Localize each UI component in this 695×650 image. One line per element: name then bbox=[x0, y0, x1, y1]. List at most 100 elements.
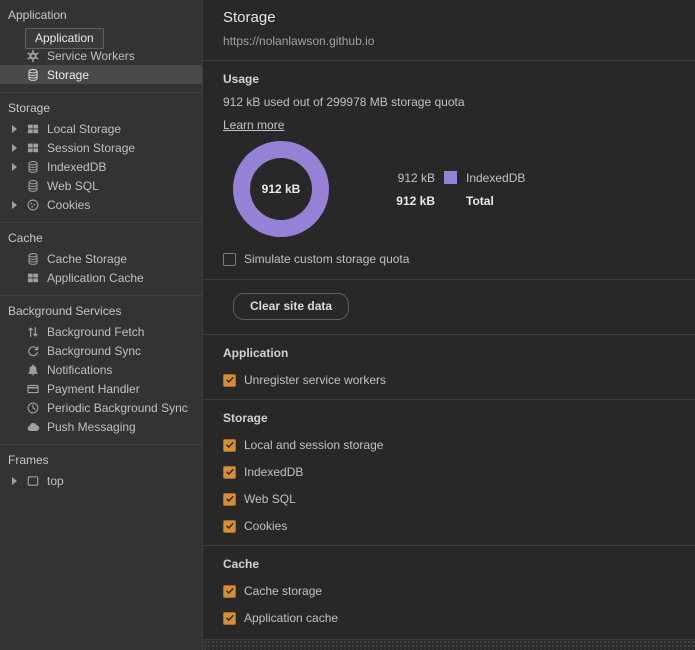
devtools-application-panel: Application Application Service Workers … bbox=[0, 0, 695, 650]
local-session-storage-checkbox[interactable] bbox=[223, 439, 236, 452]
application-tooltip: Application bbox=[25, 28, 104, 49]
checkbox-row-indexeddb: IndexedDB bbox=[223, 465, 675, 479]
checkbox-label: Cache storage bbox=[244, 584, 322, 598]
sidebar-item-session-storage[interactable]: Session Storage bbox=[0, 138, 202, 157]
database-icon bbox=[25, 67, 41, 83]
expand-arrow-icon[interactable] bbox=[12, 163, 23, 171]
sidebar-section-cache: Cache Cache Storage Application Cache bbox=[0, 223, 202, 296]
sidebar-item-label: Push Messaging bbox=[47, 420, 136, 434]
legend-row-indexeddb: 912 kB IndexedDB bbox=[385, 166, 525, 189]
unregister-service-workers-checkbox[interactable] bbox=[223, 374, 236, 387]
application-cache-checkbox[interactable] bbox=[223, 612, 236, 625]
section-heading: Storage bbox=[223, 411, 675, 425]
usage-donut-chart: 912 kB bbox=[233, 141, 329, 237]
cookie-icon bbox=[25, 197, 41, 213]
database-icon bbox=[25, 251, 41, 267]
application-sidebar: Application Application Service Workers … bbox=[0, 0, 203, 650]
sidebar-section-header: Application bbox=[0, 5, 202, 26]
sidebar-item-periodic-background-sync[interactable]: Periodic Background Sync bbox=[0, 398, 202, 417]
checkbox-label: Unregister service workers bbox=[244, 373, 386, 387]
legend-label: IndexedDB bbox=[466, 171, 525, 185]
legend-row-total: 912 kB Total bbox=[385, 189, 525, 212]
checkbox-row-cookies: Cookies bbox=[223, 519, 675, 533]
sidebar-item-cache-storage[interactable]: Cache Storage bbox=[0, 249, 202, 268]
sidebar-item-label: Cookies bbox=[47, 198, 90, 212]
checkbox-row-cache-storage: Cache storage bbox=[223, 584, 675, 598]
checkbox-label: Web SQL bbox=[244, 492, 296, 506]
page-title: Storage bbox=[223, 9, 675, 26]
simulate-quota-row: Simulate custom storage quota bbox=[223, 252, 675, 266]
database-icon bbox=[25, 178, 41, 194]
sidebar-item-payment-handler[interactable]: Payment Handler bbox=[0, 379, 202, 398]
sidebar-item-storage[interactable]: Storage bbox=[0, 65, 202, 84]
sidebar-item-top-frame[interactable]: top bbox=[0, 471, 202, 490]
section-heading: Application bbox=[223, 346, 675, 360]
origin-url: https://nolanlawson.github.io bbox=[223, 34, 675, 48]
web-sql-checkbox[interactable] bbox=[223, 493, 236, 506]
expand-arrow-icon[interactable] bbox=[12, 125, 23, 133]
storage-view-header: Storage https://nolanlawson.github.io bbox=[203, 0, 695, 61]
frame-icon bbox=[25, 473, 41, 489]
checkbox-row-web-sql: Web SQL bbox=[223, 492, 675, 506]
section-heading: Cache bbox=[223, 557, 675, 571]
sidebar-section-background-services: Background Services Background Fetch Bac… bbox=[0, 296, 202, 445]
sidebar-section-header: Cache bbox=[0, 228, 202, 249]
sidebar-item-label: Cache Storage bbox=[47, 252, 127, 266]
sidebar-item-push-messaging[interactable]: Push Messaging bbox=[0, 417, 202, 436]
storage-view: Storage https://nolanlawson.github.io Us… bbox=[203, 0, 695, 650]
sidebar-item-application-cache[interactable]: Application Cache bbox=[0, 268, 202, 287]
sidebar-item-indexeddb[interactable]: IndexedDB bbox=[0, 157, 202, 176]
cookies-checkbox[interactable] bbox=[223, 520, 236, 533]
gear-icon bbox=[25, 48, 41, 64]
sidebar-item-label: Background Fetch bbox=[47, 325, 144, 339]
up-down-arrows-icon bbox=[25, 324, 41, 340]
donut-center-label: 912 kB bbox=[250, 158, 312, 220]
usage-heading: Usage bbox=[223, 72, 675, 86]
sidebar-item-cookies[interactable]: Cookies bbox=[0, 195, 202, 214]
sidebar-section-frames: Frames top bbox=[0, 445, 202, 498]
sidebar-item-label: Local Storage bbox=[47, 122, 121, 136]
usage-summary: 912 kB used out of 299978 MB storage quo… bbox=[223, 95, 675, 109]
table-icon bbox=[25, 121, 41, 137]
sidebar-item-label: Application Cache bbox=[47, 271, 144, 285]
expand-arrow-icon[interactable] bbox=[12, 477, 23, 485]
usage-chart-row: 912 kB 912 kB IndexedDB 912 kB Total bbox=[223, 141, 675, 237]
clear-section-application: Application Unregister service workers bbox=[203, 335, 695, 400]
sidebar-item-label: Periodic Background Sync bbox=[47, 401, 188, 415]
cache-storage-checkbox[interactable] bbox=[223, 585, 236, 598]
legend-value: 912 kB bbox=[385, 171, 435, 185]
usage-legend: 912 kB IndexedDB 912 kB Total bbox=[385, 166, 525, 212]
sidebar-section-header: Frames bbox=[0, 450, 202, 471]
sidebar-item-label: Web SQL bbox=[47, 179, 99, 193]
sidebar-item-label: IndexedDB bbox=[47, 160, 106, 174]
sidebar-item-background-fetch[interactable]: Background Fetch bbox=[0, 322, 202, 341]
checkbox-label: IndexedDB bbox=[244, 465, 303, 479]
clear-site-data-button[interactable]: Clear site data bbox=[233, 293, 349, 320]
sidebar-item-local-storage[interactable]: Local Storage bbox=[0, 119, 202, 138]
expand-arrow-icon[interactable] bbox=[12, 201, 23, 209]
expand-arrow-icon[interactable] bbox=[12, 144, 23, 152]
learn-more-link[interactable]: Learn more bbox=[223, 118, 284, 132]
clear-site-data-block: Clear site data bbox=[203, 280, 695, 335]
checkbox-label: Application cache bbox=[244, 611, 338, 625]
cloud-icon bbox=[25, 419, 41, 435]
table-icon bbox=[25, 270, 41, 286]
sidebar-section-header: Background Services bbox=[0, 301, 202, 322]
indexeddb-checkbox[interactable] bbox=[223, 466, 236, 479]
sidebar-item-label: Service Workers bbox=[47, 49, 135, 63]
bottom-texture-strip bbox=[203, 639, 695, 650]
payment-card-icon bbox=[25, 381, 41, 397]
sidebar-item-web-sql[interactable]: Web SQL bbox=[0, 176, 202, 195]
sidebar-item-label: top bbox=[47, 474, 64, 488]
sidebar-item-label: Payment Handler bbox=[47, 382, 140, 396]
simulate-quota-label: Simulate custom storage quota bbox=[244, 252, 409, 266]
simulate-quota-checkbox[interactable] bbox=[223, 253, 236, 266]
sidebar-item-background-sync[interactable]: Background Sync bbox=[0, 341, 202, 360]
clock-icon bbox=[25, 400, 41, 416]
checkbox-row-local-session-storage: Local and session storage bbox=[223, 438, 675, 452]
bell-icon bbox=[25, 362, 41, 378]
sync-icon bbox=[25, 343, 41, 359]
database-icon bbox=[25, 159, 41, 175]
tooltip-label: Application bbox=[35, 31, 94, 45]
sidebar-item-notifications[interactable]: Notifications bbox=[0, 360, 202, 379]
